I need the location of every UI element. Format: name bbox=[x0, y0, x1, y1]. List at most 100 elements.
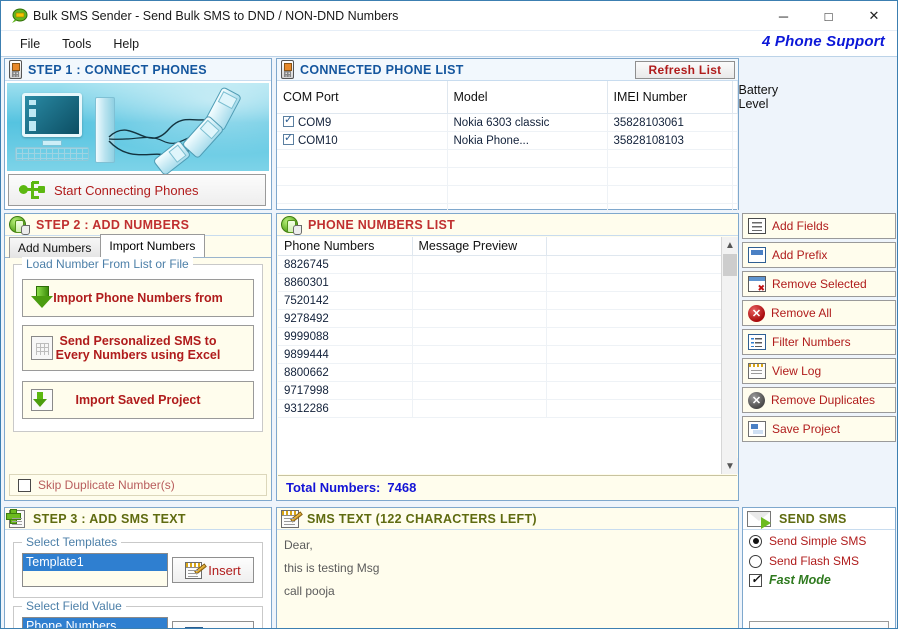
cell-blank bbox=[546, 345, 737, 364]
cell-com-port[interactable]: COM10 bbox=[277, 131, 448, 150]
add-prefix-button[interactable]: Add Prefix bbox=[742, 242, 896, 268]
send-sms-panel: SEND SMS Send Simple SMS Send Flash SMS … bbox=[742, 507, 896, 628]
insert-template-button[interactable]: Insert bbox=[172, 557, 254, 583]
save-project-button[interactable]: Save Project bbox=[742, 416, 896, 442]
simple-sms-radio[interactable] bbox=[749, 534, 762, 548]
table-row[interactable]: 9999088 bbox=[278, 327, 737, 346]
templates-listbox[interactable]: Template1 bbox=[22, 553, 168, 587]
cell-blank bbox=[546, 309, 737, 328]
connected-phone-list-panel: CONNECTED PHONE LIST Refresh List COM Po… bbox=[276, 58, 778, 240]
refresh-list-button[interactable]: Refresh List bbox=[635, 61, 735, 79]
insert-field-button[interactable]: Insert bbox=[172, 621, 254, 628]
cell-message-preview bbox=[412, 399, 547, 418]
row-checkbox[interactable] bbox=[283, 132, 294, 145]
scroll-up-icon[interactable]: ▲ bbox=[722, 237, 738, 253]
personalized-sms-excel-button[interactable]: Send Personalized SMS to Every Numbers u… bbox=[22, 325, 254, 371]
send-simple-sms-label: Send Simple SMS bbox=[769, 534, 867, 548]
column-model[interactable]: Model bbox=[447, 81, 608, 114]
table-row[interactable]: 8800662 bbox=[278, 363, 737, 382]
table-row-empty[interactable] bbox=[277, 185, 738, 204]
cell-blank bbox=[546, 363, 737, 382]
table-row[interactable]: 8860301 bbox=[278, 273, 737, 292]
remove-duplicates-button[interactable]: ✕ Remove Duplicates bbox=[742, 387, 896, 413]
sms-line-3: call pooja bbox=[284, 584, 335, 598]
table-row[interactable]: 9278492 bbox=[278, 309, 737, 328]
skip-duplicates-checkbox[interactable] bbox=[18, 478, 31, 492]
monitor-stand-graphic bbox=[42, 140, 62, 146]
column-battery[interactable]: Battery Level bbox=[732, 81, 778, 114]
connected-phone-list-label: CONNECTED PHONE LIST bbox=[300, 62, 464, 77]
fast-mode-checkbox[interactable] bbox=[749, 572, 762, 587]
phone-numbers-scrollbar[interactable]: ▲ ▼ bbox=[721, 237, 738, 474]
table-row[interactable]: COM10 Nokia Phone... 35828108103 23% bbox=[277, 131, 738, 150]
view-log-label: View Log bbox=[772, 364, 822, 378]
template-selected-item[interactable]: Template1 bbox=[23, 554, 167, 571]
column-imei[interactable]: IMEI Number bbox=[607, 81, 733, 114]
total-numbers-label: Total Numbers: bbox=[286, 480, 381, 495]
table-row[interactable]: COM9 Nokia 6303 classic 35828103061 32% bbox=[277, 113, 738, 132]
start-connecting-phones-button[interactable]: Start Connecting Phones bbox=[8, 174, 266, 206]
column-message-preview[interactable]: Message Preview bbox=[412, 237, 547, 256]
cell-blank bbox=[546, 399, 737, 418]
fast-mode-option[interactable]: Fast Mode bbox=[743, 570, 895, 589]
cell-battery: 32% bbox=[732, 113, 738, 132]
tab-import-numbers[interactable]: Import Numbers bbox=[100, 234, 206, 257]
hand-cursor-icon bbox=[293, 225, 302, 235]
minimize-button[interactable]: ─ bbox=[761, 1, 806, 31]
scroll-down-icon[interactable]: ▼ bbox=[722, 458, 738, 474]
step2-header-label: STEP 2 : ADD NUMBERS bbox=[36, 217, 190, 232]
table-row-empty[interactable] bbox=[277, 167, 738, 186]
send-flash-sms-option[interactable]: Send Flash SMS bbox=[743, 550, 895, 570]
field-value-listbox[interactable]: Phone Numbers bbox=[22, 617, 168, 628]
menu-item-help[interactable]: Help bbox=[102, 34, 150, 54]
refresh-list-label: Refresh List bbox=[648, 63, 722, 77]
remove-selected-button[interactable]: Remove Selected bbox=[742, 271, 896, 297]
brand-tag: 4 Phone Support bbox=[762, 33, 885, 50]
cell-com-port[interactable]: COM9 bbox=[277, 113, 448, 132]
table-row[interactable]: 7520142 bbox=[278, 291, 737, 310]
menu-item-file[interactable]: File bbox=[9, 34, 51, 54]
envelope-icon bbox=[747, 510, 771, 529]
filter-numbers-button[interactable]: Filter Numbers bbox=[742, 329, 896, 355]
phone-numbers-grid[interactable]: Phone Numbers Message Preview 8826745 886… bbox=[278, 237, 737, 474]
table-row[interactable]: 8826745 bbox=[278, 255, 737, 274]
step3-panel: STEP 3 : ADD SMS TEXT Select Templates T… bbox=[4, 507, 272, 628]
menu-item-tools[interactable]: Tools bbox=[51, 34, 102, 54]
cell-message-preview bbox=[412, 345, 547, 364]
menu-bar: File Tools Help 4 Phone Support bbox=[1, 31, 897, 57]
column-blank[interactable] bbox=[546, 237, 737, 256]
remove-selected-label: Remove Selected bbox=[772, 277, 867, 291]
import-phone-numbers-button[interactable]: Import Phone Numbers from bbox=[22, 279, 254, 317]
table-row[interactable]: 9717998 bbox=[278, 381, 737, 400]
cell-phone-number: 8826745 bbox=[278, 255, 413, 274]
sms-text-input[interactable]: Dear, this is testing Msg call pooja bbox=[278, 531, 737, 628]
cell-message-preview bbox=[412, 363, 547, 382]
cell-phone-number: 9899444 bbox=[278, 345, 413, 364]
scrollbar-thumb[interactable] bbox=[723, 254, 737, 276]
view-log-button[interactable]: View Log bbox=[742, 358, 896, 384]
cell-message-preview bbox=[412, 273, 547, 292]
flash-sms-radio[interactable] bbox=[749, 554, 762, 568]
import-saved-project-button[interactable]: Import Saved Project bbox=[22, 381, 254, 419]
tab-add-numbers[interactable]: Add Numbers bbox=[9, 237, 102, 258]
column-phone-numbers[interactable]: Phone Numbers bbox=[278, 237, 413, 256]
mobile-phone-icon bbox=[281, 60, 294, 79]
skip-duplicates-row[interactable]: Skip Duplicate Number(s) bbox=[9, 474, 267, 496]
phone-numbers-list-label: PHONE NUMBERS LIST bbox=[308, 217, 456, 232]
table-row[interactable]: 9899444 bbox=[278, 345, 737, 364]
table-row[interactable]: 9312286 bbox=[278, 399, 737, 418]
add-fields-button[interactable]: Add Fields bbox=[742, 213, 896, 239]
remove-all-button[interactable]: ✕ Remove All bbox=[742, 300, 896, 326]
send-simple-sms-option[interactable]: Send Simple SMS bbox=[743, 530, 895, 550]
close-button[interactable]: ✕ bbox=[851, 1, 897, 31]
field-selected-item[interactable]: Phone Numbers bbox=[23, 618, 167, 628]
send-sms-button[interactable]: Send SMS bbox=[749, 621, 889, 628]
table-row-empty[interactable] bbox=[277, 149, 738, 168]
cell-imei: 35828108103 bbox=[607, 131, 733, 150]
maximize-button[interactable]: □ bbox=[806, 1, 851, 31]
sms-line-2: this is testing Msg bbox=[284, 561, 380, 575]
row-checkbox[interactable] bbox=[283, 114, 294, 127]
cell-phone-number: 9717998 bbox=[278, 381, 413, 400]
total-numbers-value: 7468 bbox=[387, 480, 417, 495]
column-com-port[interactable]: COM Port bbox=[277, 81, 448, 114]
